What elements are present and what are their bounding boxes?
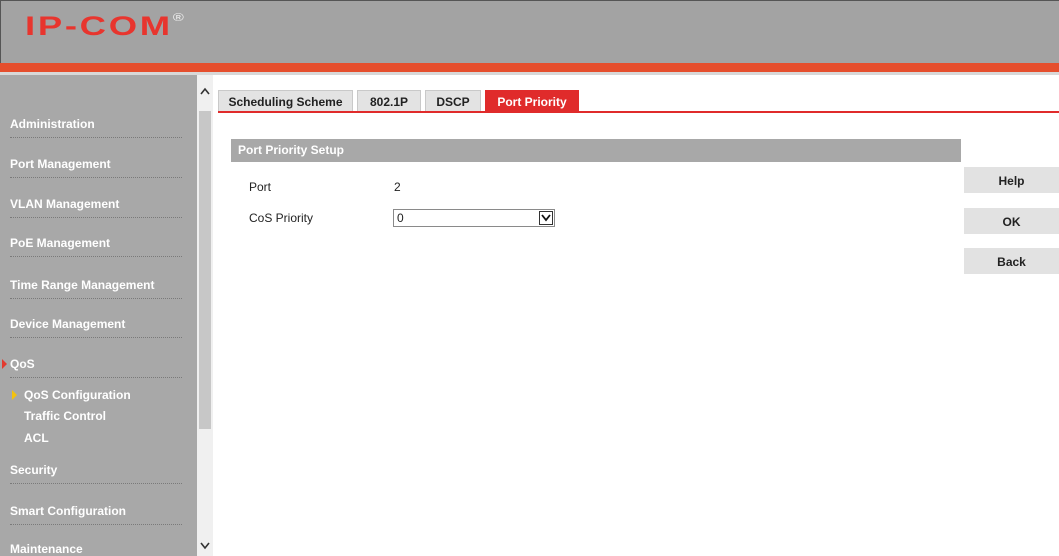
chevron-up-icon[interactable] (197, 83, 213, 99)
sidebar-item-qos[interactable]: QoS (2, 357, 182, 378)
active-arrow-icon (2, 359, 7, 369)
cos-priority-label: CoS Priority (249, 211, 314, 225)
port-value: 2 (394, 180, 401, 194)
sidebar-subitem-qos-configuration[interactable]: QoS Configuration (12, 388, 131, 402)
ok-button[interactable]: OK (964, 208, 1059, 234)
tab-underline (218, 111, 1059, 113)
header-accent-bar (0, 63, 1059, 72)
help-button[interactable]: Help (964, 167, 1059, 193)
tab-802-1p[interactable]: 802.1P (357, 90, 421, 112)
sidebar-item-device-management[interactable]: Device Management (10, 317, 182, 338)
sidebar-item-vlan-management[interactable]: VLAN Management (10, 197, 182, 218)
sidebar-item-maintenance[interactable]: Maintenance (10, 542, 182, 556)
sidebar-item-administration[interactable]: Administration (10, 117, 182, 138)
selected-arrow-icon (12, 390, 17, 400)
panel-title: Port Priority Setup (231, 139, 961, 162)
cos-priority-select[interactable]: 0 (393, 209, 555, 227)
tab-dscp[interactable]: DSCP (425, 90, 481, 112)
header-bar: IP-COM® (0, 0, 1059, 63)
sidebar: Administration Port Management VLAN Mana… (0, 75, 197, 556)
chevron-down-icon[interactable] (539, 211, 553, 225)
cos-priority-value: 0 (397, 211, 404, 225)
chevron-down-icon[interactable] (197, 538, 213, 554)
sidebar-item-poe-management[interactable]: PoE Management (10, 236, 182, 257)
sidebar-scrollbar[interactable] (197, 75, 213, 556)
sidebar-item-smart-configuration[interactable]: Smart Configuration (10, 504, 182, 525)
back-button[interactable]: Back (964, 248, 1059, 274)
tab-port-priority[interactable]: Port Priority (485, 90, 579, 112)
sidebar-item-security[interactable]: Security (10, 463, 182, 484)
tab-scheduling-scheme[interactable]: Scheduling Scheme (218, 90, 353, 112)
sidebar-subitem-acl[interactable]: ACL (24, 431, 49, 445)
sidebar-item-port-management[interactable]: Port Management (10, 157, 182, 178)
sidebar-item-time-range-management[interactable]: Time Range Management (10, 278, 182, 299)
scroll-thumb[interactable] (199, 111, 211, 429)
sidebar-subitem-traffic-control[interactable]: Traffic Control (24, 409, 106, 423)
ip-com-logo: IP-COM® (25, 11, 184, 41)
port-label: Port (249, 180, 272, 194)
